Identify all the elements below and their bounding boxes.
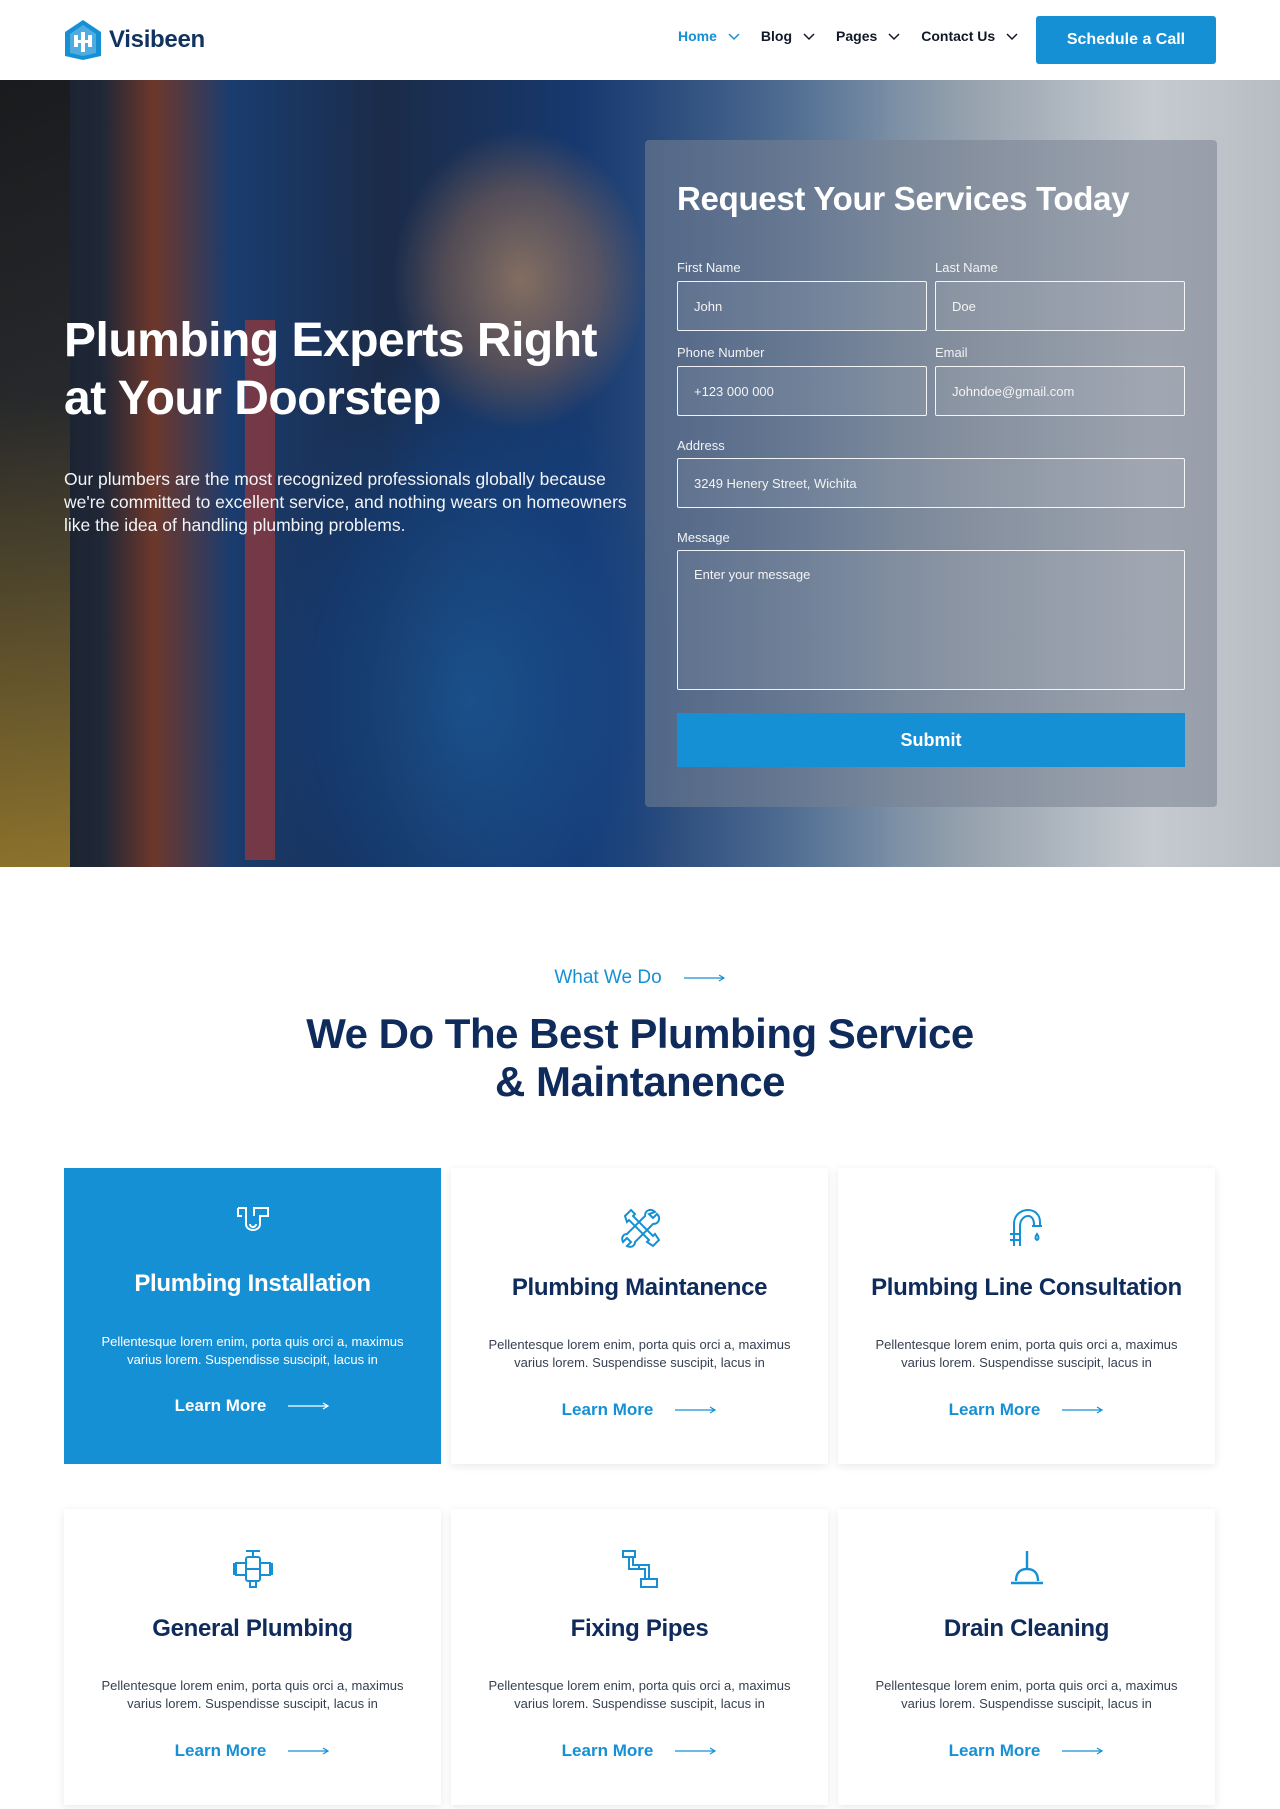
plunger-icon [1011,1551,1043,1585]
arrow-right-icon [675,1747,717,1755]
nav-item-contact[interactable]: Contact Us [921,28,1019,44]
learn-more-link[interactable]: Learn More [64,1396,441,1416]
learn-more-label: Learn More [174,1741,267,1760]
address-label: Address [677,438,725,453]
arrow-right-icon [288,1402,330,1410]
main-nav: Home Blog Pages Contact Us [678,28,1019,44]
hero-section: Plumbing Experts Right at Your Doorstep … [0,80,1280,867]
chevron-down-icon [888,33,900,41]
submit-button[interactable]: Submit [677,713,1185,767]
nav-label: Pages [836,28,878,44]
nav-item-pages[interactable]: Pages [836,28,901,44]
learn-more-link[interactable]: Learn More [451,1400,828,1420]
section-title: We Do The Best Plumbing Service & Mainta… [0,1010,1280,1106]
pipe-icon [622,1550,658,1588]
section-eyebrow: What We Do [0,967,1280,989]
hero-title: Plumbing Experts Right at Your Doorstep [64,314,598,425]
card-title: Fixing Pipes [570,1615,709,1642]
card-title: General Plumbing [152,1615,353,1642]
card-text: Pellentesque lorem enim, porta quis orci… [488,1678,791,1711]
first-name-field[interactable] [677,281,927,331]
card-title: Drain Cleaning [943,1615,1110,1642]
arrow-right-icon [683,974,725,982]
service-card[interactable]: Plumbing Maintanence Pellentesque lorem … [451,1168,828,1464]
learn-more-link[interactable]: Learn More [838,1741,1215,1761]
arrow-right-icon [675,1406,717,1414]
form-title: Request Your Services Today [677,180,1130,217]
pipe-trap-icon [237,1207,269,1231]
hero-description: Our plumbers are the most recognized pro… [64,469,627,535]
chevron-down-icon [803,33,815,41]
logo[interactable]: Visibeen [63,18,205,61]
service-card[interactable]: Fixing Pipes Pellentesque lorem enim, po… [451,1509,828,1805]
service-request-form: Request Your Services Today First Name L… [645,140,1217,807]
address-field[interactable] [677,458,1185,508]
logo-house-icon [65,20,101,60]
card-text: Pellentesque lorem enim, porta quis orci… [101,1678,404,1711]
card-text: Pellentesque lorem enim, porta quis orci… [488,1337,791,1370]
first-name-label: First Name [677,260,741,275]
card-title: Plumbing Line Consultation [871,1274,1182,1301]
nav-item-home[interactable]: Home [678,28,741,44]
learn-more-label: Learn More [174,1396,267,1415]
phone-field[interactable] [677,366,927,416]
section-title-line: & Maintanence [495,1058,785,1105]
wrench-screwdriver-icon [621,1208,661,1248]
learn-more-link[interactable]: Learn More [64,1741,441,1761]
service-card[interactable]: Plumbing Installation Pellentesque lorem… [64,1168,441,1464]
email-label: Email [935,345,968,360]
message-field[interactable] [677,550,1185,690]
learn-more-link[interactable]: Learn More [451,1741,828,1761]
valve-icon [233,1550,273,1588]
site-header: Visibeen Home Blog Pages Contact Us Sche… [0,0,1280,80]
schedule-call-button[interactable]: Schedule a Call [1036,16,1216,64]
message-label: Message [677,530,730,545]
chevron-down-icon [728,33,740,41]
email-field[interactable] [935,366,1185,416]
eyebrow-label: What We Do [554,967,662,988]
service-card[interactable]: General Plumbing Pellentesque lorem enim… [64,1509,441,1805]
arrow-right-icon [288,1747,330,1755]
faucet-icon [1010,1208,1042,1246]
nav-label: Home [678,28,717,44]
nav-item-blog[interactable]: Blog [761,28,816,44]
learn-more-link[interactable]: Learn More [838,1400,1215,1420]
last-name-label: Last Name [935,260,998,275]
arrow-right-icon [1062,1406,1104,1414]
chevron-down-icon [1006,33,1018,41]
learn-more-label: Learn More [561,1400,654,1419]
learn-more-label: Learn More [948,1400,1041,1419]
nav-label: Contact Us [921,28,996,44]
phone-label: Phone Number [677,345,765,360]
service-card[interactable]: Plumbing Line Consultation Pellentesque … [838,1168,1215,1464]
section-title-line: We Do The Best Plumbing Service [306,1010,974,1057]
card-text: Pellentesque lorem enim, porta quis orci… [101,1334,404,1367]
arrow-right-icon [1062,1747,1104,1755]
logo-text: Visibeen [109,25,205,53]
last-name-field[interactable] [935,281,1185,331]
card-title: Plumbing Maintanence [511,1274,768,1301]
nav-label: Blog [760,28,793,44]
learn-more-label: Learn More [948,1741,1041,1760]
card-title: Plumbing Installation [134,1270,371,1297]
card-text: Pellentesque lorem enim, porta quis orci… [875,1678,1178,1711]
service-card[interactable]: Drain Cleaning Pellentesque lorem enim, … [838,1509,1215,1805]
card-text: Pellentesque lorem enim, porta quis orci… [875,1337,1178,1370]
hero-background-detail [0,80,70,867]
learn-more-label: Learn More [561,1741,654,1760]
